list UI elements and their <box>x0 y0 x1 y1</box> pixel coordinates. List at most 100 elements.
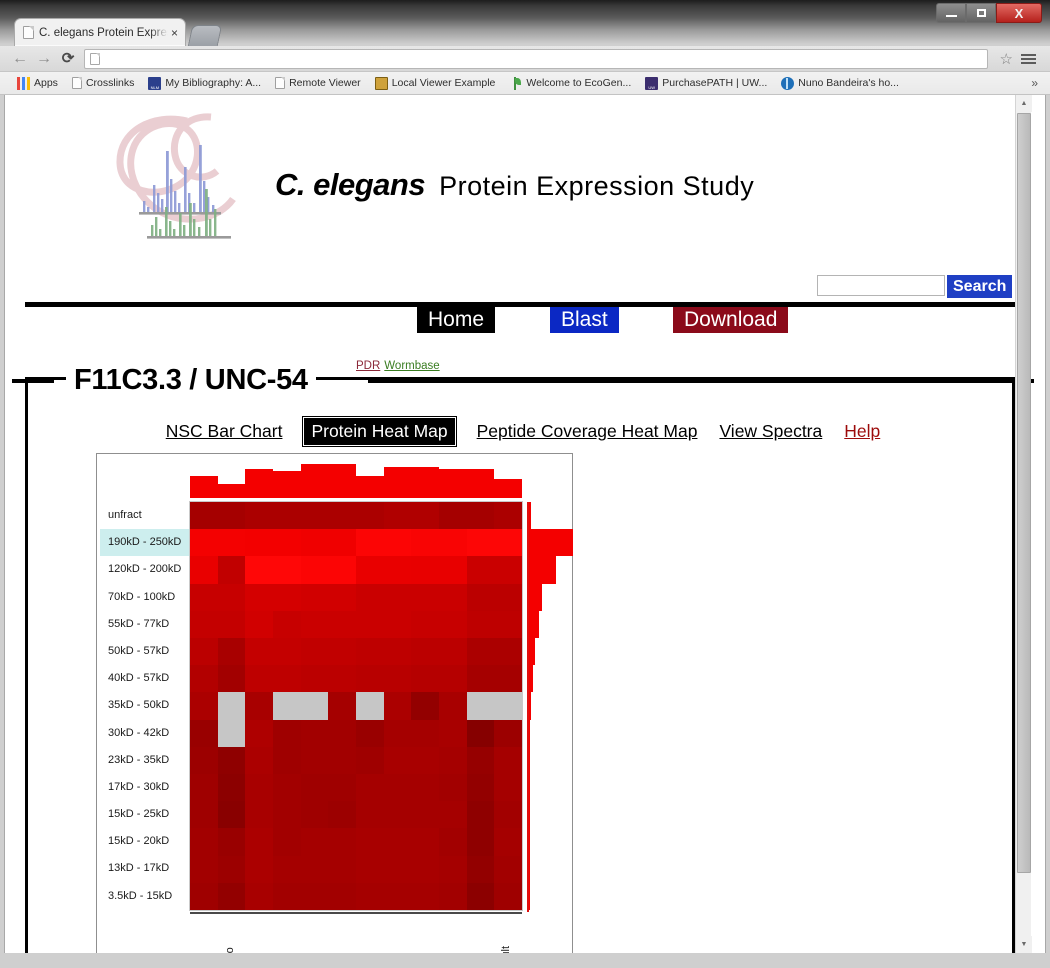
heatmap-column-label[interactable]: HIM8 <box>411 913 439 953</box>
nav-item-blast[interactable]: Blast <box>550 307 619 333</box>
tab-peptide-coverage-heat-map[interactable]: Peptide Coverage Heat Map <box>477 421 698 442</box>
heatmap-cell[interactable] <box>300 529 329 557</box>
heatmap-grid[interactable] <box>189 501 523 911</box>
heatmap-cell[interactable] <box>328 502 356 530</box>
heatmap-cell[interactable] <box>355 746 384 774</box>
heatmap-cell[interactable] <box>272 746 301 774</box>
heatmap-cell[interactable] <box>383 828 412 856</box>
heatmap-cell[interactable] <box>328 855 356 883</box>
heatmap-column-label[interactable]: N2 L1 <box>245 913 273 953</box>
heatmap-cell[interactable] <box>272 502 301 530</box>
heatmap-cell[interactable] <box>245 583 273 611</box>
heatmap-cell[interactable] <box>190 828 218 856</box>
heatmap-cell[interactable] <box>383 583 412 611</box>
heatmap-cell[interactable] <box>272 610 301 638</box>
heatmap-cell[interactable] <box>300 638 329 666</box>
heatmap-cell[interactable] <box>190 855 218 883</box>
heatmap-cell[interactable] <box>190 692 218 720</box>
heatmap-row-label[interactable]: 30kD - 42kD <box>100 720 192 747</box>
heatmap-cell[interactable] <box>438 719 467 747</box>
heatmap-cell[interactable] <box>217 801 246 829</box>
heatmap-cell[interactable] <box>438 746 467 774</box>
heatmap-cell[interactable] <box>217 828 246 856</box>
heatmap-cell[interactable] <box>438 855 467 883</box>
bookmark-star-icon[interactable]: ☆ <box>994 50 1019 68</box>
heatmap-cell[interactable] <box>190 746 218 774</box>
heatmap-cell[interactable] <box>272 638 301 666</box>
heatmap-cell[interactable] <box>217 665 246 693</box>
heatmap-cell[interactable] <box>272 529 301 557</box>
heatmap-row-label[interactable]: 35kD - 50kD <box>100 692 192 719</box>
heatmap-cell[interactable] <box>190 665 218 693</box>
heatmap-cell[interactable] <box>438 828 467 856</box>
heatmap-cell[interactable] <box>466 882 495 910</box>
heatmap-cell[interactable] <box>411 502 439 530</box>
heatmap-cell[interactable] <box>272 801 301 829</box>
tab-nsc-bar-chart[interactable]: NSC Bar Chart <box>166 421 283 442</box>
tab-view-spectra[interactable]: View Spectra <box>719 421 822 442</box>
heatmap-cell[interactable] <box>494 801 522 829</box>
heatmap-cell[interactable] <box>245 855 273 883</box>
heatmap-cell[interactable] <box>355 665 384 693</box>
heatmap-cell[interactable] <box>272 855 301 883</box>
page-scrollbar[interactable]: ▲ ▼ <box>1015 95 1032 953</box>
heatmap-cell[interactable] <box>300 828 329 856</box>
heatmap-column-label[interactable]: N2 L4 <box>328 913 356 953</box>
heatmap-cell[interactable] <box>272 828 301 856</box>
heatmap-cell[interactable] <box>383 855 412 883</box>
nav-item-home[interactable]: Home <box>417 307 496 333</box>
heatmap-cell[interactable] <box>355 638 384 666</box>
heatmap-column-label[interactable]: SPE9 L4 <box>439 913 467 953</box>
heatmap-cell[interactable] <box>328 801 356 829</box>
heatmap-cell[interactable] <box>494 719 522 747</box>
heatmap-cell[interactable] <box>245 746 273 774</box>
bookmark-nuno-bandeira[interactable]: Nuno Bandeira's ho... <box>774 74 906 93</box>
heatmap-cell[interactable] <box>355 529 384 557</box>
heatmap-row-label[interactable]: 13kD - 17kD <box>100 855 192 882</box>
heatmap-cell[interactable] <box>300 855 329 883</box>
heatmap-cell[interactable] <box>190 556 218 584</box>
heatmap-cell[interactable] <box>438 882 467 910</box>
heatmap-cell[interactable] <box>466 692 495 720</box>
heatmap-cell[interactable] <box>438 556 467 584</box>
heatmap-cell[interactable] <box>190 638 218 666</box>
heatmap-cell[interactable] <box>328 774 356 802</box>
heatmap-row-label[interactable]: unfract <box>100 502 192 529</box>
heatmap-cell[interactable] <box>494 746 522 774</box>
heatmap-cell[interactable] <box>328 882 356 910</box>
heatmap-row-label[interactable]: 50kD - 57kD <box>100 638 192 665</box>
heatmap-cell[interactable] <box>383 774 412 802</box>
heatmap-cell[interactable] <box>466 719 495 747</box>
heatmap-cell[interactable] <box>383 692 412 720</box>
heatmap-cell[interactable] <box>466 828 495 856</box>
heatmap-row-label[interactable]: 190kD - 250kD <box>100 529 192 557</box>
heatmap-cell[interactable] <box>355 855 384 883</box>
heatmap-cell[interactable] <box>494 665 522 693</box>
heatmap-cell[interactable] <box>245 556 273 584</box>
heatmap-cell[interactable] <box>383 665 412 693</box>
heatmap-cell[interactable] <box>245 801 273 829</box>
heatmap-cell[interactable] <box>411 746 439 774</box>
heatmap-cell[interactable] <box>245 502 273 530</box>
heatmap-cell[interactable] <box>300 502 329 530</box>
heatmap-cell[interactable] <box>494 855 522 883</box>
heatmap-cell[interactable] <box>217 610 246 638</box>
heatmap-cell[interactable] <box>438 529 467 557</box>
heatmap-cell[interactable] <box>383 719 412 747</box>
heatmap-cell[interactable] <box>300 556 329 584</box>
heatmap-cell[interactable] <box>328 665 356 693</box>
heatmap-cell[interactable] <box>300 692 329 720</box>
heatmap-cell[interactable] <box>355 719 384 747</box>
heatmap-cell[interactable] <box>272 882 301 910</box>
heatmap-cell[interactable] <box>355 556 384 584</box>
heatmap-cell[interactable] <box>411 692 439 720</box>
browser-tab[interactable]: C. elegans Protein Express × <box>14 18 186 46</box>
heatmap-cell[interactable] <box>383 746 412 774</box>
heatmap-cell[interactable] <box>411 665 439 693</box>
heatmap-cell[interactable] <box>494 583 522 611</box>
tab-help[interactable]: Help <box>844 421 880 442</box>
heatmap-cell[interactable] <box>300 746 329 774</box>
heatmap-cell[interactable] <box>411 556 439 584</box>
heatmap-cell[interactable] <box>411 719 439 747</box>
heatmap-row-label[interactable]: 3.5kD - 15kD <box>100 883 192 910</box>
